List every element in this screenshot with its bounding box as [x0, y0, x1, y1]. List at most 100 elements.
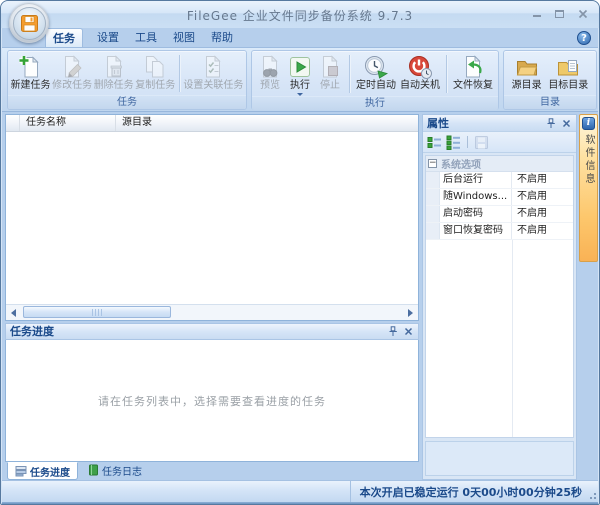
column-header-source-directory[interactable]: 源目录 — [116, 115, 418, 131]
delete-task-icon — [101, 54, 127, 80]
column-header-task-name[interactable]: 任务名称 — [20, 115, 116, 131]
task-list-header: 任务名称 源目录 — [6, 115, 418, 132]
properties-close-button[interactable] — [561, 118, 572, 129]
toolbar-separator — [467, 136, 468, 148]
tab-view-label: 视图 — [173, 31, 195, 44]
maximize-button[interactable] — [553, 7, 566, 19]
preview-label: 预览 — [260, 80, 280, 91]
side-tab-label: 软件信息 — [583, 134, 594, 186]
task-progress-content: 请在任务列表中，选择需要查看进度的任务 — [5, 340, 419, 462]
list-view-button[interactable] — [446, 135, 461, 150]
maximize-icon — [555, 10, 564, 18]
tab-tools-label: 工具 — [135, 31, 157, 44]
panel-close-button[interactable] — [403, 326, 414, 337]
status-bar: 本次开启已稳定运行 0天00小时00分钟25秒 — [2, 480, 598, 502]
close-icon — [578, 9, 587, 19]
new-task-icon — [18, 54, 44, 80]
edit-task-button: 修改任务 — [52, 52, 92, 95]
file-restore-button[interactable]: 文件恢复 — [453, 52, 493, 96]
app-menu-button[interactable] — [9, 3, 49, 43]
property-row[interactable]: 随Windows... 不启用 — [426, 189, 573, 206]
property-value[interactable]: 不启用 — [512, 189, 573, 205]
edit-task-icon — [59, 54, 85, 80]
edit-task-label: 修改任务 — [52, 80, 93, 91]
related-task-label: 设置关联任务 — [183, 80, 244, 91]
preview-icon — [257, 54, 283, 80]
row-gutter — [426, 189, 440, 205]
property-row[interactable]: 启动密码 不启用 — [426, 206, 573, 223]
scroll-left-button[interactable] — [6, 305, 21, 320]
panel-close-icon — [404, 327, 413, 336]
run-icon — [287, 54, 313, 80]
source-folder-icon — [514, 54, 540, 80]
property-value[interactable]: 不启用 — [512, 223, 573, 239]
properties-toolbar — [423, 132, 576, 153]
property-description-box — [425, 441, 574, 476]
tab-settings[interactable]: 设置 — [91, 28, 125, 47]
tab-tasks[interactable]: 任务 — [45, 28, 83, 47]
property-name: 窗口恢复密码 — [440, 223, 512, 239]
tab-task-progress[interactable]: 任务进度 — [7, 462, 78, 480]
property-row[interactable]: 窗口恢复密码 不启用 — [426, 223, 573, 240]
preview-button: 预览 — [257, 52, 283, 96]
tab-settings-label: 设置 — [97, 31, 119, 44]
scroll-right-icon — [408, 308, 413, 317]
properties-grid: − 系统选项 后台运行 不启用 随Windows... 不启用 启动密码 不启用… — [425, 155, 574, 438]
resize-grip[interactable] — [586, 489, 596, 499]
collapse-button[interactable]: − — [428, 159, 437, 168]
task-progress-tab-icon — [15, 466, 27, 477]
property-value[interactable]: 不启用 — [512, 172, 573, 188]
window-title: FileGee 企业文件同步备份系统 9.7.3 — [186, 9, 414, 23]
run-button[interactable]: 执行 — [287, 52, 313, 96]
source-directory-button[interactable]: 源目录 — [512, 52, 542, 95]
properties-pin-button[interactable] — [545, 117, 556, 129]
scroll-right-button[interactable] — [403, 305, 418, 320]
property-row[interactable]: 后台运行 不启用 — [426, 172, 573, 189]
auto-shutdown-button[interactable]: 自动关机 — [400, 52, 440, 96]
tab-tools[interactable]: 工具 — [129, 28, 163, 47]
help-button[interactable]: ? — [577, 31, 591, 45]
group-separator — [178, 55, 180, 92]
column-header-gutter — [6, 115, 20, 131]
delete-task-label: 删除任务 — [93, 80, 134, 91]
tab-help-label: 帮助 — [211, 31, 233, 44]
save-properties-button — [474, 135, 489, 150]
properties-title: 属性 — [427, 116, 449, 130]
property-value[interactable]: 不启用 — [512, 206, 573, 222]
file-restore-icon — [460, 54, 486, 80]
scrollbar-track[interactable] — [21, 305, 403, 320]
copy-task-label: 复制任务 — [135, 80, 176, 91]
minimize-button[interactable] — [530, 7, 543, 19]
task-log-tab-icon — [89, 464, 98, 476]
tab-help[interactable]: 帮助 — [205, 28, 239, 47]
info-icon: i — [582, 117, 595, 130]
categorized-view-button[interactable] — [427, 135, 442, 150]
schedule-icon — [363, 54, 389, 80]
target-folder-icon — [555, 54, 581, 80]
side-tab-software-info[interactable]: i 软件信息 — [579, 114, 598, 262]
scrollbar-thumb[interactable] — [23, 306, 171, 318]
schedule-auto-button[interactable]: 定时自动 — [356, 52, 396, 96]
help-icon: ? — [581, 33, 587, 44]
target-directory-button[interactable]: 目标目录 — [548, 52, 588, 95]
property-name: 启动密码 — [440, 206, 512, 222]
tab-task-log[interactable]: 任务日志 — [80, 462, 149, 478]
new-task-button[interactable]: 新建任务 — [11, 52, 51, 95]
ribbon-group-tasks: 新建任务 修改任务 删除任务 复制任务 设置关联任务 任务 — [7, 50, 247, 110]
related-task-icon — [200, 54, 226, 80]
auto-shutdown-label: 自动关机 — [400, 80, 440, 91]
task-progress-title: 任务进度 — [10, 325, 54, 338]
uptime-text: 本次开启已稳定运行 0天00小时00分钟25秒 — [359, 485, 582, 499]
file-restore-label: 文件恢复 — [453, 80, 493, 91]
orb-inner — [12, 6, 46, 40]
group-separator — [349, 55, 350, 93]
auto-shutdown-icon — [407, 54, 433, 80]
tab-view[interactable]: 视图 — [167, 28, 201, 47]
tab-task-log-label: 任务日志 — [102, 466, 142, 478]
horizontal-scrollbar[interactable] — [6, 304, 418, 320]
save-icon — [475, 135, 488, 149]
close-button[interactable] — [576, 7, 589, 19]
title-bar: FileGee 企业文件同步备份系统 9.7.3 — [1, 1, 599, 28]
pin-button[interactable] — [387, 326, 398, 337]
ribbon-group-tasks-label: 任务 — [8, 95, 246, 109]
